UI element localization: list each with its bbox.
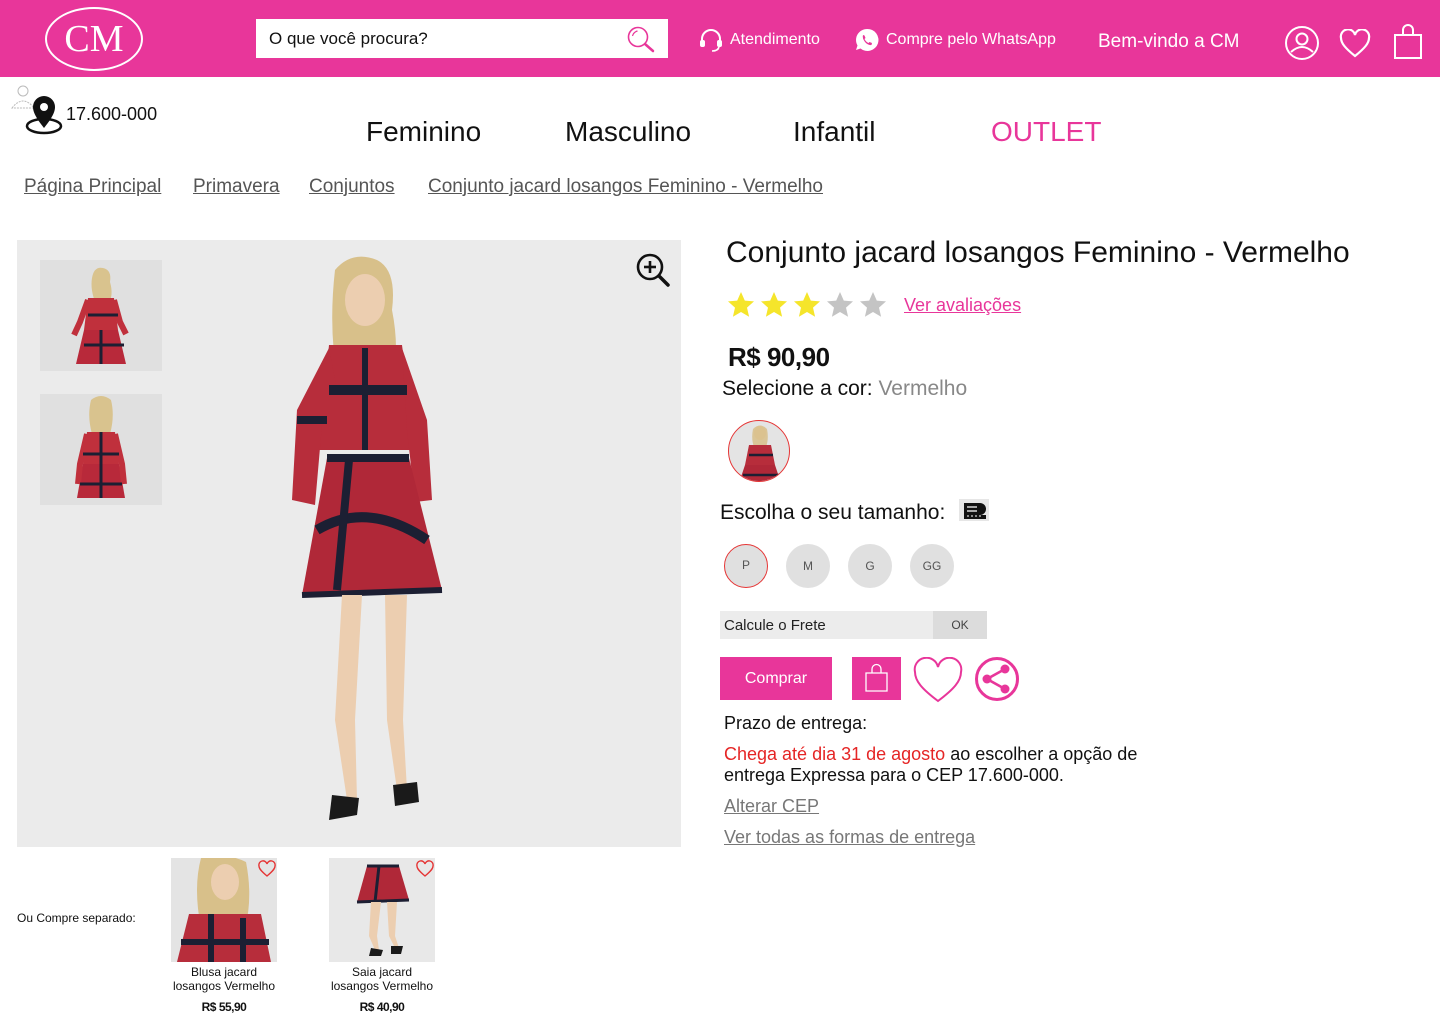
shopping-bag-icon — [865, 663, 888, 692]
search-icon[interactable] — [626, 25, 656, 53]
separate-product-price: R$ 55,90 — [201, 1000, 247, 1014]
reviews-link[interactable]: Ver avaliações — [904, 295, 1021, 316]
star-empty-icon — [827, 292, 853, 317]
brand-logo[interactable]: CM — [45, 7, 143, 71]
heart-icon[interactable] — [257, 860, 277, 878]
whatsapp-label: Compre pelo WhatsApp — [886, 31, 1056, 48]
heart-icon[interactable] — [415, 860, 435, 878]
separate-product-name: Saia jacard losangos Vermelho — [330, 965, 434, 993]
delivery-estimate: Chega até dia 31 de agosto ao escolher a… — [724, 744, 1154, 786]
whatsapp-link[interactable]: Compre pelo WhatsApp — [854, 27, 1056, 53]
separate-product-card[interactable]: Saia jacard losangos Vermelho R$ 40,90 — [329, 858, 435, 1014]
all-delivery-options-link[interactable]: Ver todas as formas de entrega — [724, 827, 975, 848]
product-photo — [75, 396, 127, 498]
top-bar: CM Atendimento Compre pelo WhatsApp Bem-… — [0, 0, 1440, 77]
size-option-gg[interactable]: GG — [910, 544, 954, 588]
product-photo — [739, 425, 781, 481]
buy-button[interactable]: Comprar — [720, 657, 832, 700]
location-cep[interactable]: 17.600-000 — [10, 84, 180, 136]
heart-icon[interactable] — [1339, 29, 1371, 59]
nav-infantil[interactable]: Infantil — [793, 116, 876, 148]
buy-separately-label: Ou Compre separado: — [17, 911, 136, 925]
freight-cep-input[interactable] — [720, 611, 933, 639]
breadcrumb-conjuntos[interactable]: Conjuntos — [309, 176, 395, 198]
color-swatch-vermelho[interactable] — [728, 420, 790, 482]
product-title: Conjunto jacard losangos Feminino - Verm… — [726, 236, 1350, 269]
whatsapp-icon — [856, 28, 879, 51]
freight-calculator: OK — [720, 611, 987, 639]
size-option-m[interactable]: M — [786, 544, 830, 588]
separate-product-card[interactable]: Blusa jacard losangos Vermelho R$ 55,90 — [171, 858, 277, 1014]
gallery-thumbnail-front[interactable] — [40, 260, 162, 371]
breadcrumb-home[interactable]: Página Principal — [24, 176, 161, 198]
support-label: Atendimento — [730, 31, 820, 48]
nav-feminino[interactable]: Feminino — [366, 116, 481, 148]
breadcrumb-primavera[interactable]: Primavera — [193, 176, 280, 198]
favorite-heart-icon[interactable] — [912, 657, 964, 705]
star-filled-icon — [794, 292, 820, 317]
product-photo — [71, 267, 129, 364]
nav-masculino[interactable]: Masculino — [565, 116, 691, 148]
shopping-bag-icon[interactable] — [1392, 22, 1424, 60]
separate-product-price: R$ 40,90 — [359, 1000, 405, 1014]
add-to-bag-button[interactable] — [852, 657, 901, 700]
delivery-date: Chega até dia 31 de agosto — [724, 744, 946, 764]
color-value: Vermelho — [878, 377, 968, 400]
search-input[interactable] — [256, 19, 616, 58]
star-filled-icon — [761, 292, 787, 317]
separate-product-image — [171, 858, 277, 962]
headset-icon — [700, 29, 722, 52]
size-label: Escolha o seu tamanho: — [720, 501, 946, 524]
support-link[interactable]: Atendimento — [698, 27, 820, 53]
star-empty-icon — [860, 292, 886, 317]
nav-outlet[interactable]: OUTLET — [991, 116, 1101, 148]
delivery-label: Prazo de entrega: — [724, 713, 868, 733]
cep-value: 17.600-000 — [66, 104, 158, 124]
product-gallery — [17, 240, 681, 847]
change-cep-link[interactable]: Alterar CEP — [724, 796, 819, 817]
measuring-tape-icon[interactable] — [959, 499, 989, 521]
gallery-thumbnail-back[interactable] — [40, 394, 162, 505]
product-main-image — [292, 256, 443, 820]
user-icon[interactable] — [1284, 25, 1320, 61]
separate-product-name: Blusa jacard losangos Vermelho — [172, 965, 276, 993]
color-label: Selecione a cor: Vermelho — [722, 377, 967, 401]
rating-stars — [726, 290, 888, 320]
color-label-text: Selecione a cor: — [722, 377, 873, 400]
breadcrumb-current[interactable]: Conjunto jacard losangos Feminino - Verm… — [428, 176, 823, 198]
map-pin-icon — [25, 96, 63, 135]
product-price: R$ 90,90 — [728, 342, 830, 372]
zoom-in-icon[interactable] — [635, 252, 671, 288]
size-option-g[interactable]: G — [848, 544, 892, 588]
welcome-text: Bem-vindo a CM — [1098, 31, 1240, 52]
search-box — [256, 19, 668, 58]
separate-product-image — [329, 858, 435, 962]
star-filled-icon — [728, 292, 754, 317]
share-icon[interactable] — [974, 656, 1020, 702]
size-option-p[interactable]: P — [724, 544, 768, 588]
freight-ok-button[interactable]: OK — [933, 611, 987, 639]
